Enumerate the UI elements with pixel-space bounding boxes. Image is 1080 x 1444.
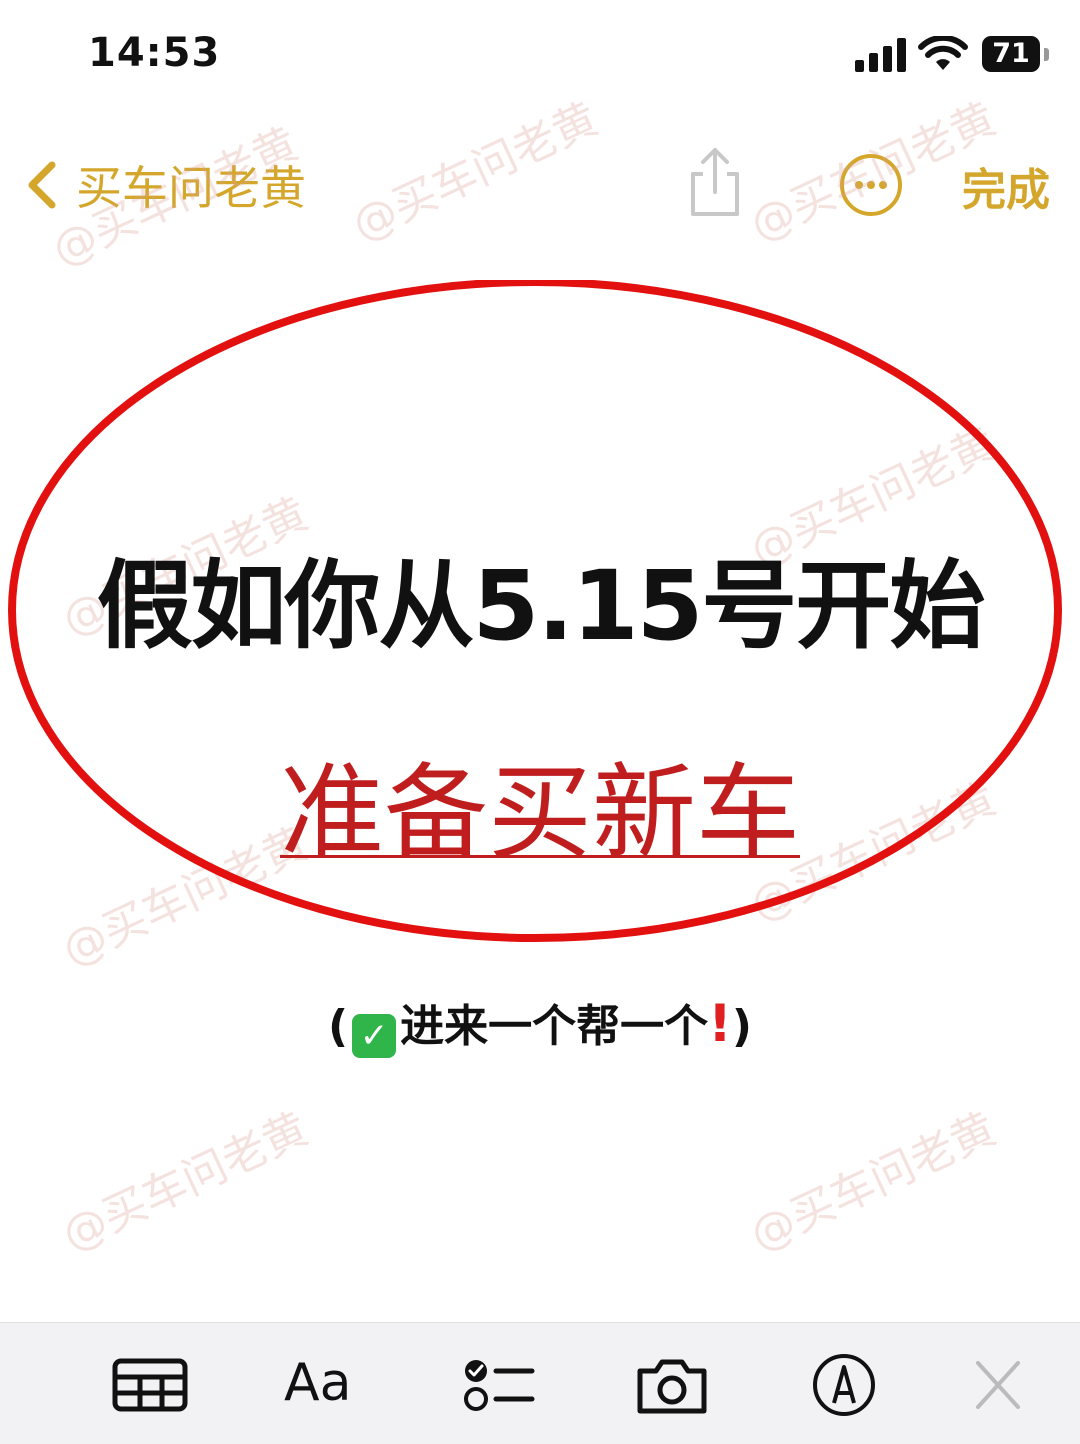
nav-bar: 买车问老黄 完成 <box>0 140 1080 230</box>
subheadline: 准备买新车 <box>0 728 1080 879</box>
done-button[interactable]: 完成 <box>962 154 1050 218</box>
battery-tip <box>1044 48 1049 61</box>
battery-indicator: 71 <box>982 36 1040 72</box>
cellular-signal-icon <box>855 38 906 72</box>
camera-icon <box>637 1359 707 1414</box>
back-button[interactable]: 买车问老黄 <box>22 150 306 220</box>
check-mark-icon: ✓ <box>352 1014 397 1058</box>
close-toolbar-button[interactable] <box>958 1353 1038 1417</box>
tagline-close-paren: ) <box>731 1001 752 1052</box>
notes-toolbar: Aa <box>0 1322 1080 1444</box>
subheadline-text: 准备买新车 <box>279 752 800 874</box>
checklist-icon <box>464 1360 535 1411</box>
table-button[interactable] <box>110 1353 190 1417</box>
markup-button[interactable] <box>804 1353 884 1417</box>
tagline-text: 进来一个帮一个 <box>400 1001 709 1052</box>
status-bar: 14:53 71 <box>0 0 1080 110</box>
headline: 假如你从5.15号开始 <box>96 550 986 662</box>
wifi-icon <box>918 36 968 70</box>
back-label: 买车问老黄 <box>76 161 306 215</box>
checklist-button[interactable] <box>458 1353 538 1417</box>
watermark: @买车问老黄 <box>54 1103 316 1262</box>
table-icon <box>112 1358 188 1412</box>
watermark: @买车问老黄 <box>742 1103 1004 1262</box>
share-icon[interactable] <box>685 144 745 220</box>
text-format-button[interactable]: Aa <box>284 1351 374 1415</box>
close-icon <box>976 1361 1020 1409</box>
tagline-open-paren: ( <box>328 1001 349 1052</box>
status-time: 14:53 <box>88 30 221 76</box>
more-options-icon[interactable] <box>838 152 904 218</box>
chevron-left-icon <box>28 161 56 209</box>
tagline: (✓ 进来一个帮一个!) <box>0 990 1080 1058</box>
exclamation-icon: ! <box>708 994 732 1054</box>
markup-pen-icon <box>813 1354 875 1416</box>
camera-button[interactable] <box>632 1353 712 1417</box>
